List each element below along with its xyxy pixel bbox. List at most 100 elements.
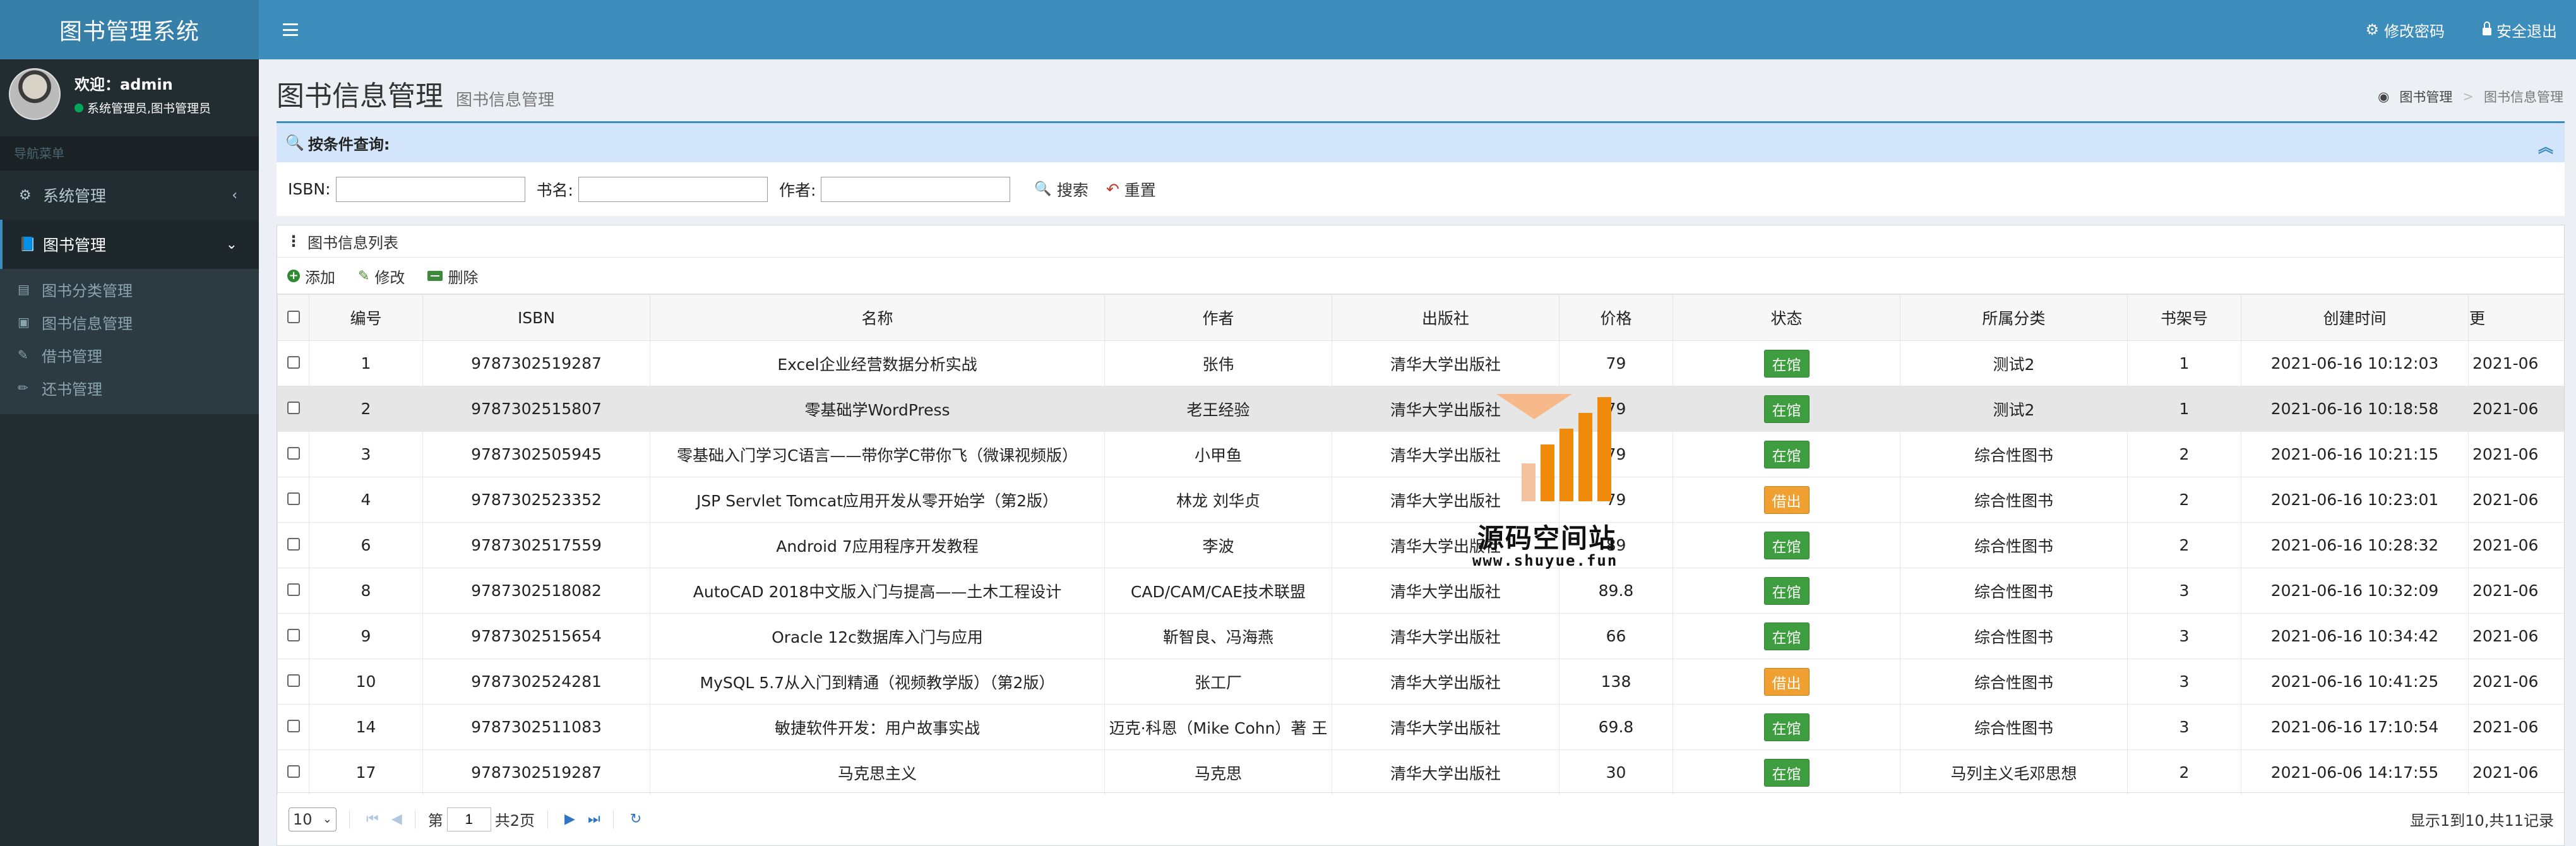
row-checkbox[interactable] bbox=[287, 583, 300, 596]
row-checkbox[interactable] bbox=[287, 674, 300, 687]
page-number-input[interactable] bbox=[446, 807, 491, 831]
table-row[interactable]: 4 9787302523352 JSP Servlet Tomcat应用开发从零开始… bbox=[277, 477, 2564, 523]
row-checkbox[interactable] bbox=[287, 447, 300, 460]
nav-header: 导航菜单 bbox=[0, 136, 259, 170]
row-checkbox[interactable] bbox=[287, 629, 300, 641]
cell-isbn: 9787302523352 bbox=[422, 477, 650, 523]
author-input[interactable] bbox=[821, 176, 1011, 202]
search-button[interactable]: 🔍 搜索 bbox=[1034, 178, 1088, 201]
cell-price: 89 bbox=[1559, 522, 1673, 568]
sidebar-item-system[interactable]: ⚙ 系统管理 ‹ bbox=[0, 170, 259, 220]
page-total: 共2页 bbox=[494, 812, 535, 830]
cell-category: 综合性图书 bbox=[1900, 431, 2128, 477]
pager-divider bbox=[612, 809, 614, 829]
chevron-left-icon: ‹ bbox=[232, 187, 237, 203]
column-header[interactable]: 状态 bbox=[1673, 294, 1900, 341]
row-select-cell bbox=[277, 749, 309, 794]
column-header[interactable]: 更 bbox=[2468, 294, 2564, 341]
column-header[interactable]: 出版社 bbox=[1332, 294, 1559, 341]
status-badge: 在馆 bbox=[1763, 349, 1810, 378]
cell-shelf: 2 bbox=[2127, 749, 2241, 794]
page-size-select[interactable]: 10 ⌄ bbox=[289, 807, 337, 831]
row-select-cell bbox=[277, 431, 309, 477]
book-table: 编号 ISBN 名称 作者 出版社 价格 状态 所属分类 书架号 创建时间 更 … bbox=[277, 294, 2564, 794]
cell-id: 17 bbox=[309, 749, 423, 794]
breadcrumb-item-books[interactable]: 图书管理 bbox=[2399, 87, 2452, 106]
book-grid: 编号 ISBN 名称 作者 出版社 价格 状态 所属分类 书架号 创建时间 更 … bbox=[277, 294, 2564, 794]
sidebar-toggle-icon[interactable] bbox=[283, 23, 298, 36]
cell-id: 8 bbox=[309, 568, 423, 614]
cell-isbn: 9787302519287 bbox=[422, 340, 650, 386]
row-checkbox[interactable] bbox=[287, 492, 300, 505]
cell-category: 马列主义毛邓思想 bbox=[1900, 749, 2128, 794]
row-checkbox[interactable] bbox=[287, 765, 300, 778]
edit-button[interactable]: ✎ 修改 bbox=[358, 265, 405, 287]
column-header[interactable]: 创建时间 bbox=[2241, 294, 2469, 341]
isbn-input[interactable] bbox=[335, 176, 525, 202]
row-checkbox[interactable] bbox=[287, 356, 300, 369]
column-header[interactable]: 编号 bbox=[309, 294, 423, 341]
sidebar-item-book-info[interactable]: ▣ 图书信息管理 bbox=[0, 306, 259, 338]
row-select-cell bbox=[277, 340, 309, 386]
user-panel: 欢迎：admin 系统管理员,图书管理员 bbox=[0, 59, 259, 129]
column-header[interactable]: 名称 bbox=[650, 294, 1105, 341]
table-row[interactable]: 8 9787302518082 AutoCAD 2018中文版入门与提高——土木工程… bbox=[277, 568, 2564, 614]
sidebar-item-label: 图书信息管理 bbox=[42, 314, 133, 333]
column-header[interactable]: ISBN bbox=[422, 294, 650, 341]
status-badge: 在馆 bbox=[1763, 713, 1810, 741]
welcome-text: 欢迎：admin bbox=[75, 76, 173, 93]
table-row[interactable]: 17 9787302519287 马克思主义 马克思 清华大学出版社 30 在馆 马列主义毛邓… bbox=[277, 749, 2564, 794]
row-checkbox[interactable] bbox=[287, 402, 300, 414]
cell-isbn: 9787302519287 bbox=[422, 749, 650, 794]
status-badge: 在馆 bbox=[1763, 576, 1810, 605]
refresh-icon[interactable]: ↻ bbox=[630, 811, 641, 827]
cell-status: 在馆 bbox=[1673, 522, 1900, 568]
cell-status: 在馆 bbox=[1673, 431, 1900, 477]
column-header[interactable]: 书架号 bbox=[2127, 294, 2241, 341]
table-row[interactable]: 9 9787302515654 Oracle 12c数据库入门与应用 靳智良、冯海燕清… bbox=[277, 613, 2564, 659]
cell-author: 张工厂 bbox=[1104, 658, 1332, 705]
select-all-checkbox[interactable] bbox=[287, 310, 300, 323]
cell-price: 69.8 bbox=[1559, 704, 1673, 750]
user-role-text: 系统管理员,图书管理员 bbox=[87, 102, 212, 116]
cell-status: 在馆 bbox=[1673, 386, 1900, 432]
change-password-button[interactable]: ⚙ 修改密码 bbox=[2365, 19, 2445, 41]
table-row[interactable]: 3 9787302505945 零基础入门学习C语言——带你学C带你飞（微课视频版）… bbox=[277, 431, 2564, 477]
table-row[interactable]: 6 9787302517559 Android 7应用程序开发教程 李波 清华大学出版社… bbox=[277, 522, 2564, 568]
book-name-input[interactable] bbox=[578, 176, 768, 202]
cell-created: 2021-06-16 10:32:09 bbox=[2241, 568, 2469, 614]
cell-author: 小甲鱼 bbox=[1104, 431, 1332, 477]
delete-button[interactable]: 删除 bbox=[427, 265, 478, 287]
cell-created: 2021-06-16 10:41:25 bbox=[2241, 658, 2469, 705]
sidebar-item-book-category[interactable]: ▤ 图书分类管理 bbox=[0, 273, 259, 306]
column-header[interactable]: 所属分类 bbox=[1900, 294, 2128, 341]
table-row[interactable]: 1 9787302519287 Excel企业经营数据分析实战 张伟 清华大学出版社 79… bbox=[277, 340, 2564, 386]
reset-button[interactable]: ↶ 重置 bbox=[1106, 178, 1156, 201]
table-row[interactable]: 2 9787302515807 零基础学WordPress 老王经验 清华大学出版社 79… bbox=[277, 386, 2564, 432]
pagination-bar: 10 ⌄ ⏮ ◀ 第 共2页 ▶ ⏭ ↻ 显示1到10,共11记录 bbox=[277, 792, 2564, 845]
app-logo[interactable]: 图书管理系统 bbox=[0, 0, 259, 59]
cell-created: 2021-06-16 10:12:03 bbox=[2241, 340, 2469, 386]
sidebar-item-borrow[interactable]: ✎ 借书管理 bbox=[0, 338, 259, 371]
sidebar-item-books[interactable]: 📘 图书管理 ⌄ bbox=[0, 220, 259, 269]
search-panel: 🔍 按条件查询: ︽ ISBN: 书名: 作者: 🔍 搜索 ↶ 重置 bbox=[277, 121, 2565, 216]
sidebar-item-return[interactable]: ✏ 还书管理 bbox=[0, 371, 259, 404]
row-checkbox[interactable] bbox=[287, 720, 300, 732]
cell-price: 79 bbox=[1559, 340, 1673, 386]
add-button[interactable]: + 添加 bbox=[287, 265, 335, 287]
collapse-icon[interactable]: ︽ bbox=[2538, 134, 2553, 157]
last-page-icon[interactable]: ⏭ bbox=[588, 811, 600, 827]
add-icon: + bbox=[287, 270, 300, 282]
column-header[interactable]: 价格 bbox=[1559, 294, 1673, 341]
cell-name: 敏捷软件开发：用户故事实战 bbox=[650, 704, 1105, 750]
next-page-icon[interactable]: ▶ bbox=[564, 811, 575, 827]
table-row[interactable]: 14 9787302511083 敏捷软件开发：用户故事实战 迈克·科恩（Mike C… bbox=[277, 704, 2564, 750]
chevron-down-icon: ⌄ bbox=[225, 236, 237, 253]
search-panel-title: 按条件查询: bbox=[307, 135, 390, 153]
table-row[interactable]: 10 9787302524281 MySQL 5.7从入门到精通（视频教学版）（第2… bbox=[277, 658, 2564, 705]
prev-page-icon[interactable]: ◀ bbox=[391, 811, 402, 827]
first-page-icon[interactable]: ⏮ bbox=[366, 811, 379, 827]
column-header[interactable]: 作者 bbox=[1104, 294, 1332, 341]
logout-button[interactable]: 安全退出 bbox=[2483, 19, 2557, 41]
row-checkbox[interactable] bbox=[287, 538, 300, 551]
